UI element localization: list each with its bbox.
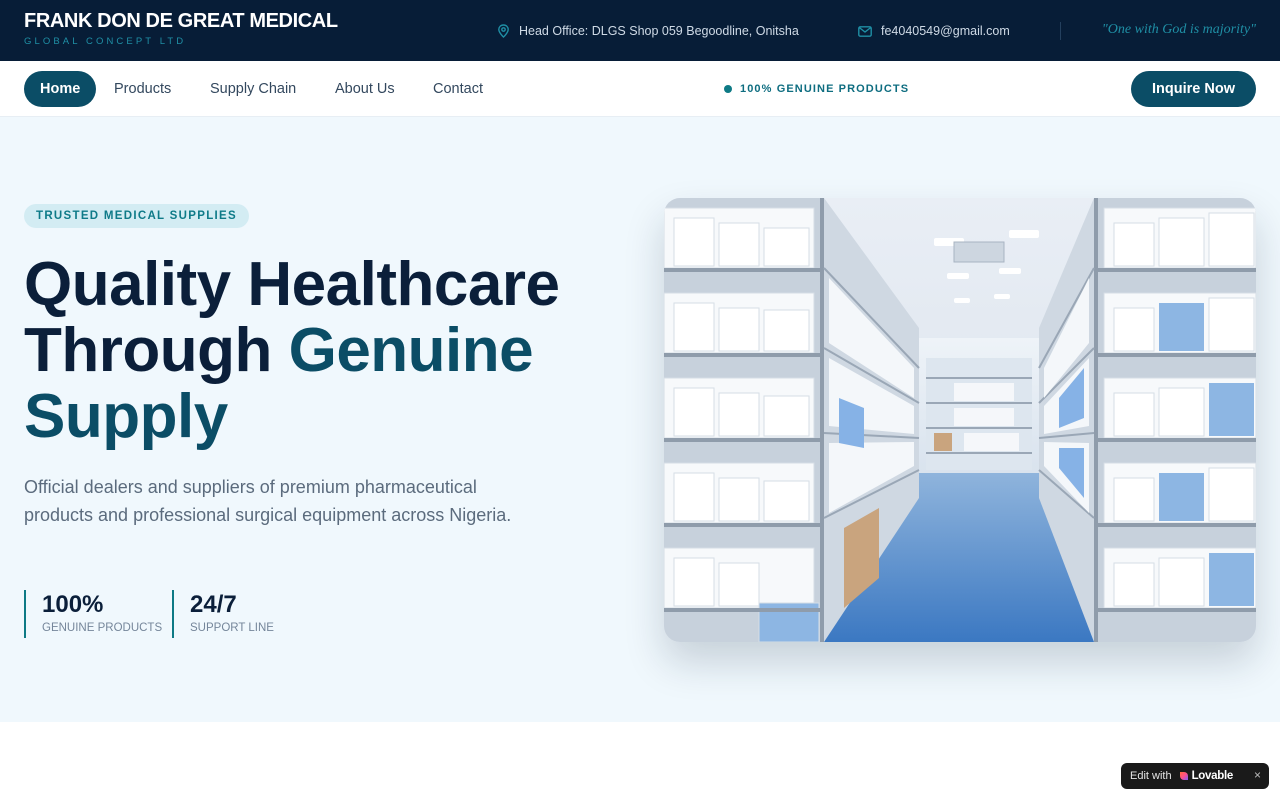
stat-support-line: 24/7 SUPPORT LINE xyxy=(172,590,274,638)
main-nav: Home Products Supply Chain About Us Cont… xyxy=(0,61,1280,117)
brand-name[interactable]: FRANK DON DE GREAT MEDICAL xyxy=(24,10,338,33)
email-text[interactable]: fe4040549@gmail.com xyxy=(881,24,1010,38)
close-icon[interactable]: × xyxy=(1254,768,1261,782)
hero-title-line1: Quality Healthcare xyxy=(24,250,560,319)
nav-supply-chain[interactable]: Supply Chain xyxy=(210,71,296,107)
lovable-logo-icon xyxy=(1179,772,1188,780)
lovable-edit-badge[interactable]: Edit with Lovable × xyxy=(1121,763,1269,789)
head-office-text: Head Office: DLGS Shop 059 Begoodline, O… xyxy=(519,24,799,38)
warehouse-illustration xyxy=(664,198,1256,642)
hero-title-line2a: Through xyxy=(24,316,289,385)
head-office-info: Head Office: DLGS Shop 059 Begoodline, O… xyxy=(497,22,799,40)
status-dot-icon xyxy=(724,85,732,93)
topbar-divider xyxy=(1060,22,1061,40)
nav-about-us[interactable]: About Us xyxy=(335,71,395,107)
hero-title-accent-supply: Supply xyxy=(24,382,228,451)
nav-home[interactable]: Home xyxy=(24,71,97,107)
mail-icon xyxy=(858,25,872,37)
stat-label: SUPPORT LINE xyxy=(190,622,274,634)
genuine-products-text: 100% GENUINE PRODUCTS xyxy=(740,83,910,95)
motto-text: "One with God is majority" xyxy=(1101,22,1256,37)
hero-title-accent-genuine: Genuine xyxy=(288,316,534,385)
map-pin-icon xyxy=(498,24,509,38)
top-bar: FRANK DON DE GREAT MEDICAL GLOBAL CONCEP… xyxy=(0,0,1280,61)
hero-badge: TRUSTED MEDICAL SUPPLIES xyxy=(24,204,249,228)
stat-label: GENUINE PRODUCTS xyxy=(42,622,163,634)
nav-products[interactable]: Products xyxy=(114,71,171,107)
lovable-name: Lovable xyxy=(1191,770,1234,782)
hero-description: Official dealers and suppliers of premiu… xyxy=(24,477,512,525)
hero-section: TRUSTED MEDICAL SUPPLIES Quality Healthc… xyxy=(0,117,1280,722)
stat-value: 24/7 xyxy=(190,591,237,618)
inquire-now-button[interactable]: Inquire Now xyxy=(1131,71,1256,107)
nav-contact[interactable]: Contact xyxy=(433,71,483,107)
stat-genuine-products: 100% GENUINE PRODUCTS xyxy=(24,590,162,638)
brand-subtitle: GLOBAL CONCEPT LTD xyxy=(24,36,187,47)
email-info[interactable]: fe4040549@gmail.com xyxy=(858,22,1010,40)
stat-value: 100% xyxy=(42,591,104,618)
genuine-products-badge: 100% GENUINE PRODUCTS xyxy=(724,82,909,96)
lovable-prefix: Edit with xyxy=(1130,770,1172,782)
warehouse-image xyxy=(664,198,1256,642)
hero-title: Quality Healthcare Through Genuine Suppl… xyxy=(24,252,624,450)
